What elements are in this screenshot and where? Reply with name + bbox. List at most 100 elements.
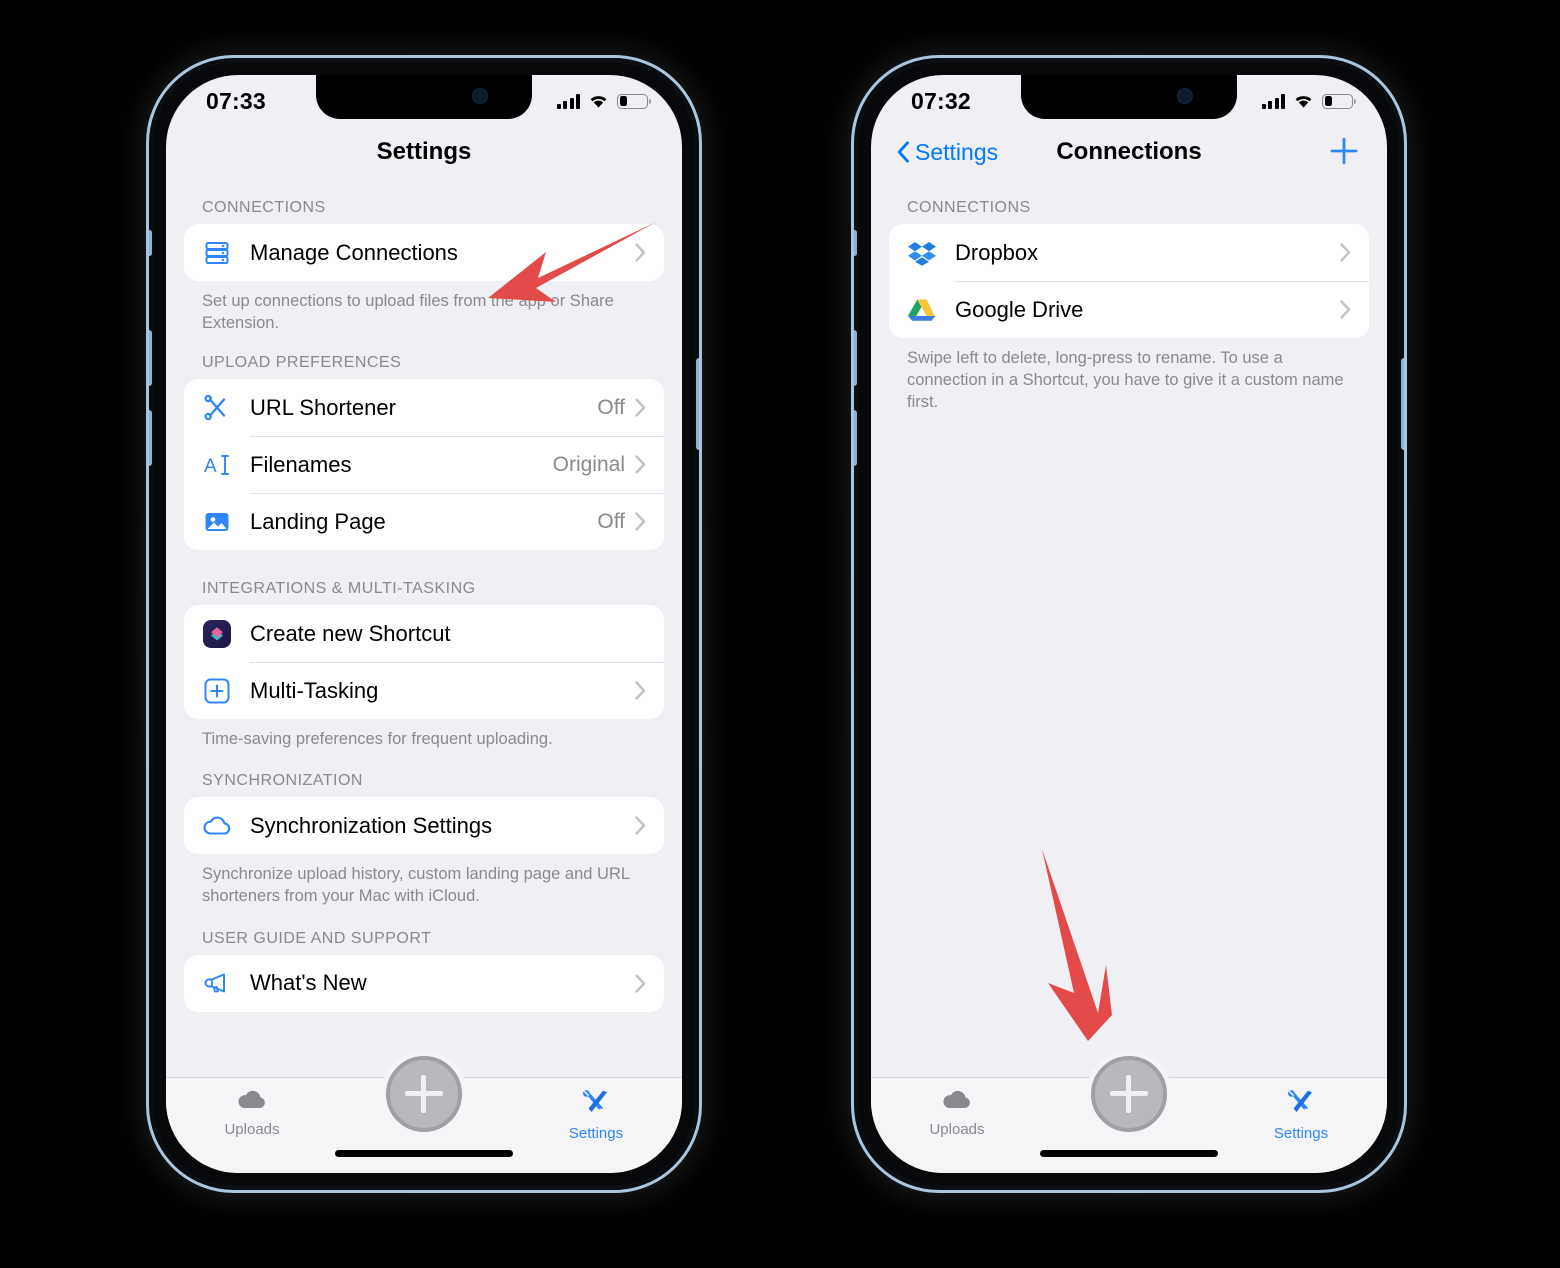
front-camera-icon <box>1177 88 1193 104</box>
plus-square-icon <box>200 674 234 708</box>
volume-up-button[interactable] <box>149 330 152 386</box>
power-button[interactable] <box>1401 358 1404 450</box>
home-indicator[interactable] <box>335 1150 513 1157</box>
card-connections: Dropbox Google Drive <box>889 224 1369 338</box>
group-header-upload-preferences: UPLOAD PREFERENCES <box>202 354 402 372</box>
tab-uploads[interactable]: Uploads <box>167 1088 337 1138</box>
home-indicator[interactable] <box>1040 1150 1218 1157</box>
group-header-user-guide: USER GUIDE AND SUPPORT <box>202 929 432 947</box>
plus-circle-icon[interactable] <box>1090 1056 1167 1132</box>
phone-screen: 07:33 Settings CONNECTIONS Manage Connec… <box>166 75 682 1173</box>
chevron-right-icon <box>635 816 646 836</box>
wifi-icon <box>588 93 609 109</box>
back-button-label: Settings <box>915 138 999 165</box>
row-dropbox[interactable]: Dropbox <box>889 224 1369 281</box>
nav-bar: Settings <box>166 121 682 183</box>
settings-list[interactable]: CONNECTIONS Manage Connections Set up co… <box>166 183 682 1077</box>
volume-up-button[interactable] <box>854 330 857 386</box>
svg-text:A: A <box>204 456 217 477</box>
front-camera-icon <box>472 88 488 104</box>
phone-settings: 07:33 Settings CONNECTIONS Manage Connec… <box>132 41 716 1207</box>
row-label: Google Drive <box>955 296 1084 322</box>
chevron-left-icon <box>897 141 910 163</box>
battery-icon <box>617 93 651 109</box>
status-time: 07:33 <box>206 87 266 114</box>
text-cursor-icon: A <box>200 448 234 482</box>
add-connection-button[interactable] <box>1327 134 1361 171</box>
chevron-right-icon <box>635 512 646 531</box>
row-manage-connections[interactable]: Manage Connections <box>184 224 664 281</box>
page-title: Settings <box>376 138 472 165</box>
row-label: Filenames <box>250 451 352 477</box>
row-google-drive[interactable]: Google Drive <box>889 281 1369 338</box>
google-drive-icon <box>905 293 939 327</box>
server-rack-icon <box>200 236 234 270</box>
megaphone-icon <box>200 966 234 1000</box>
group-footer-synchronization: Synchronize upload history, custom landi… <box>202 865 630 906</box>
mute-switch[interactable] <box>149 230 152 256</box>
row-multi-tasking[interactable]: Multi-Tasking <box>184 662 664 719</box>
dropbox-icon <box>905 236 939 270</box>
row-label: Synchronization Settings <box>250 812 493 838</box>
row-label: URL Shortener <box>250 394 396 420</box>
connections-list[interactable]: CONNECTIONS Dropbox Google Drive Swipe l… <box>871 183 1387 1077</box>
status-icons <box>556 93 651 109</box>
tab-label: Settings <box>1273 1125 1329 1142</box>
volume-down-button[interactable] <box>854 410 857 466</box>
row-filenames[interactable]: A Filenames Original <box>184 436 664 493</box>
group-footer-integrations: Time-saving preferences for frequent upl… <box>202 730 553 749</box>
row-value: Off <box>597 509 625 533</box>
group-header-synchronization: SYNCHRONIZATION <box>202 772 363 790</box>
tab-settings[interactable]: Settings <box>1216 1088 1386 1142</box>
card-user-guide: What's New <box>184 954 664 1012</box>
phone-frame: 07:32 Settings Connections CONNECTIONS D… <box>851 55 1407 1193</box>
back-button[interactable]: Settings <box>897 139 998 166</box>
notch <box>316 75 532 119</box>
wifi-icon <box>1293 93 1314 109</box>
plus-circle-icon[interactable] <box>385 1056 462 1132</box>
cloud-icon <box>235 1088 269 1117</box>
volume-down-button[interactable] <box>149 410 152 466</box>
tab-label: Uploads <box>929 1121 985 1138</box>
cloud-icon <box>200 809 234 843</box>
card-synchronization: Synchronization Settings <box>184 797 664 855</box>
cellular-bars-icon <box>556 93 580 109</box>
battery-icon <box>1322 93 1356 109</box>
row-label: Landing Page <box>250 508 386 534</box>
chevron-right-icon <box>635 973 646 993</box>
row-create-new-shortcut[interactable]: Create new Shortcut <box>184 605 664 662</box>
status-icons <box>1261 93 1356 109</box>
phone-connections: 07:32 Settings Connections CONNECTIONS D… <box>837 41 1421 1207</box>
tools-icon <box>579 1088 613 1121</box>
chevron-right-icon <box>635 243 646 262</box>
screenshot-stage: 07:33 Settings CONNECTIONS Manage Connec… <box>0 0 1560 1268</box>
mute-switch[interactable] <box>854 230 857 256</box>
phone-frame: 07:33 Settings CONNECTIONS Manage Connec… <box>146 55 702 1193</box>
card-integrations: Create new Shortcut Multi-Tasking <box>184 605 664 720</box>
status-time: 07:32 <box>911 87 971 114</box>
row-landing-page[interactable]: Landing Page Off <box>184 493 664 550</box>
tab-bar: Uploads Settings <box>871 1056 1387 1173</box>
row-url-shortener[interactable]: URL Shortener Off <box>184 379 664 436</box>
row-label: Manage Connections <box>250 239 458 265</box>
card-connections: Manage Connections <box>184 224 664 281</box>
chevron-right-icon <box>635 398 646 417</box>
tab-label: Uploads <box>224 1121 280 1138</box>
row-whats-new[interactable]: What's New <box>184 955 664 1012</box>
row-value: Off <box>597 395 625 419</box>
tab-label: Settings <box>568 1125 624 1142</box>
tab-settings[interactable]: Settings <box>511 1088 681 1142</box>
tab-bar: Uploads Settings <box>166 1056 682 1173</box>
nav-bar: Settings Connections <box>871 121 1387 183</box>
chevron-right-icon <box>635 681 646 700</box>
power-button[interactable] <box>696 358 699 450</box>
group-header-connections: CONNECTIONS <box>202 199 326 216</box>
tab-uploads[interactable]: Uploads <box>872 1088 1042 1138</box>
row-synchronization-settings[interactable]: Synchronization Settings <box>184 797 664 854</box>
chevron-right-icon <box>1340 300 1351 319</box>
group-footer-connections: Swipe left to delete, long-press to rena… <box>907 349 1344 412</box>
chevron-right-icon <box>1340 243 1351 262</box>
chevron-right-icon <box>635 455 646 474</box>
photo-icon <box>200 505 234 539</box>
group-header-connections: CONNECTIONS <box>907 199 1031 216</box>
